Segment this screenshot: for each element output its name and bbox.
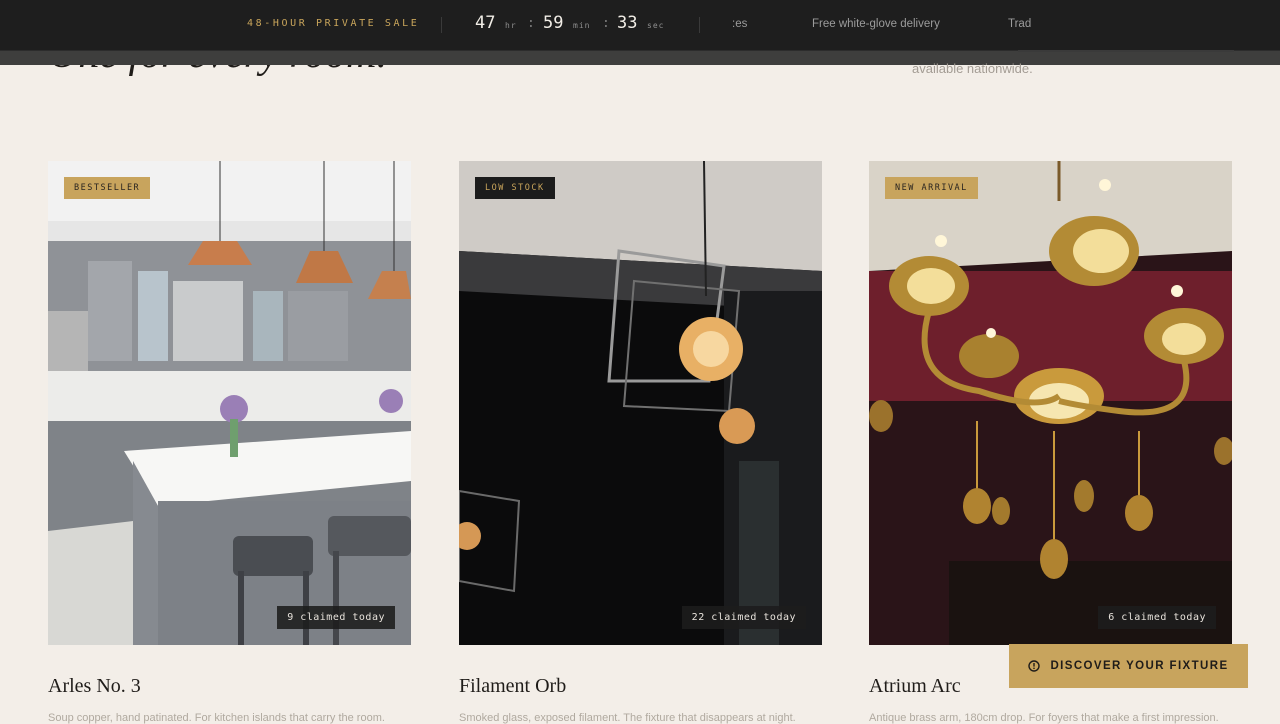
banner-divider xyxy=(699,17,700,33)
product-image[interactable]: NEW ARRIVAL 6 claimed today xyxy=(869,161,1232,645)
countdown-colon: : xyxy=(527,16,535,31)
marquee-item: :es xyxy=(732,18,748,30)
header-shadow xyxy=(0,51,1280,65)
filament-photo xyxy=(459,161,822,645)
product-image[interactable]: LOW STOCK 22 claimed today xyxy=(459,161,822,645)
marquee-item: Trad xyxy=(1008,18,1032,30)
marquee-item: Free white-glove delivery xyxy=(812,18,940,30)
status-badge: NEW ARRIVAL xyxy=(885,177,978,199)
product-card[interactable]: LOW STOCK 22 claimed today Filament Orb … xyxy=(459,161,822,724)
kitchen-photo xyxy=(48,161,411,645)
product-image[interactable]: BESTSELLER 9 claimed today xyxy=(48,161,411,645)
sale-label: 48-HOUR PRIVATE SALE xyxy=(247,18,420,29)
product-description: Antique brass arm, 180cm drop. For foyer… xyxy=(869,712,1219,724)
sale-banner: 48-HOUR PRIVATE SALE 47 hr : 59 min : 33… xyxy=(0,0,1280,51)
countdown-seconds: 33 xyxy=(617,13,638,33)
product-card[interactable]: BESTSELLER 9 claimed today Arles No. 3 S… xyxy=(48,161,411,724)
cta-label: DISCOVER YOUR FIXTURE xyxy=(1050,660,1229,672)
product-card[interactable]: NEW ARRIVAL 6 claimed today Atrium Arc A… xyxy=(869,161,1232,724)
claimed-count: 9 claimed today xyxy=(277,606,395,629)
status-badge: LOW STOCK xyxy=(475,177,555,199)
product-description: Smoked glass, exposed filament. The fixt… xyxy=(459,712,796,724)
countdown-colon: : xyxy=(602,16,610,31)
countdown-hours: 47 xyxy=(475,13,496,33)
countdown-minutes: 59 xyxy=(543,13,564,33)
claimed-count: 22 claimed today xyxy=(681,606,806,629)
countdown-minutes-unit: min xyxy=(573,21,591,30)
status-badge: BESTSELLER xyxy=(64,177,151,199)
countdown-hours-unit: hr xyxy=(505,21,517,30)
banner-divider xyxy=(441,17,442,33)
product-title[interactable]: Arles No. 3 xyxy=(48,675,141,698)
header-underline xyxy=(1018,50,1234,52)
product-title[interactable]: Atrium Arc xyxy=(869,675,961,698)
product-title[interactable]: Filament Orb xyxy=(459,675,566,698)
countdown-seconds-unit: sec xyxy=(647,21,665,30)
info-circle-icon xyxy=(1028,660,1041,672)
product-description: Soup copper, hand patinated. For kitchen… xyxy=(48,712,385,724)
claimed-count: 6 claimed today xyxy=(1098,606,1216,629)
hero-subtext: available nationwide. xyxy=(912,61,1033,76)
discover-fixture-button[interactable]: DISCOVER YOUR FIXTURE xyxy=(1009,644,1248,688)
chandelier-photo xyxy=(869,161,1232,645)
